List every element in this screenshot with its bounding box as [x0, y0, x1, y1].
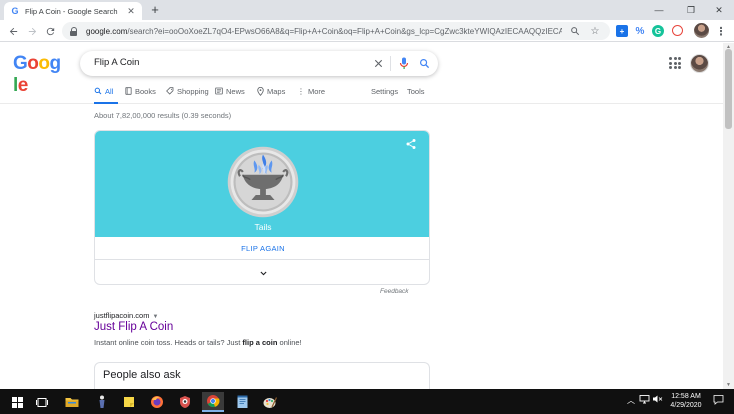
search-input[interactable]: Flip A Coin — [94, 57, 139, 68]
windows-start-icon[interactable] — [6, 392, 28, 412]
scrollbar-thumb[interactable] — [725, 49, 732, 129]
notifications-icon[interactable] — [713, 394, 724, 407]
book-icon — [125, 87, 132, 97]
google-favicon-icon: G — [11, 6, 19, 16]
sticky-notes-icon[interactable] — [118, 392, 140, 412]
forward-button[interactable] — [24, 23, 40, 39]
share-icon[interactable] — [405, 138, 417, 150]
maximize-window-icon[interactable]: ❐ — [676, 0, 706, 20]
tab-maps[interactable]: Maps — [257, 86, 285, 104]
url-text: google.com/search?ei=ooOoXoeZL7qO4-EPwsO… — [86, 26, 562, 36]
new-tab-button[interactable]: + — [148, 3, 162, 17]
search-icon — [94, 87, 102, 97]
coin-result-label: Tails — [254, 222, 272, 232]
browser-toolbar: google.com/search?ei=ooOoXoeZL7qO4-EPwsO… — [0, 20, 734, 42]
clock-time: 12:58 AM — [671, 393, 701, 400]
close-window-icon[interactable]: ✕ — [704, 0, 734, 20]
back-button[interactable] — [5, 23, 21, 39]
coin-flip-card: Tails FLIP AGAIN — [94, 130, 430, 285]
tab-title: Flip A Coin - Google Search — [25, 6, 118, 16]
tab-news[interactable]: News — [215, 87, 245, 104]
profile-avatar-icon[interactable] — [694, 23, 709, 38]
back-arrow-icon — [9, 27, 17, 35]
volume-muted-icon[interactable] — [652, 394, 663, 406]
firefox-icon[interactable] — [146, 392, 168, 412]
coin-display-area: Tails — [95, 131, 429, 237]
search-box[interactable]: Flip A Coin — [80, 51, 438, 76]
address-bar[interactable]: google.com/search?ei=ooOoXoeZL7qO4-EPwsO… — [62, 22, 610, 40]
paint-icon[interactable] — [259, 392, 281, 412]
lock-icon — [70, 26, 78, 36]
notepad-icon[interactable] — [231, 392, 253, 412]
people-also-ask-title: People also ask — [103, 369, 181, 381]
minimize-window-icon[interactable]: — — [644, 0, 674, 20]
tab-shopping[interactable]: Shopping — [166, 87, 209, 104]
tag-icon — [166, 87, 174, 97]
expand-card-button[interactable] — [95, 261, 429, 284]
task-view-icon[interactable] — [31, 392, 53, 412]
extension-plus-icon[interactable]: + — [616, 25, 628, 37]
result-cite[interactable]: justflipacoin.com ▼ — [94, 311, 158, 320]
voice-search-icon[interactable] — [396, 55, 412, 71]
tab-more[interactable]: ⋮ More — [297, 87, 325, 104]
scroll-down-arrow-icon[interactable]: ▼ — [725, 382, 732, 388]
tab-tools[interactable]: Tools — [407, 87, 425, 104]
reload-icon — [46, 27, 54, 35]
tab-books[interactable]: Books — [125, 87, 156, 104]
chrome-taskbar-icon[interactable] — [202, 392, 224, 412]
google-apps-icon[interactable] — [669, 57, 681, 69]
result-title-link[interactable]: Just Flip A Coin — [94, 321, 173, 333]
result-stats: About 7,82,00,000 results (0.39 seconds) — [94, 111, 232, 120]
browser-tab-bar: G Flip A Coin - Google Search ✕ + — ❐ ✕ — [0, 0, 734, 20]
tray-chevron-up-icon[interactable]: ︿ — [627, 395, 635, 406]
chevron-down-icon — [259, 271, 267, 275]
network-icon[interactable] — [639, 394, 650, 406]
clear-search-icon[interactable] — [370, 55, 386, 71]
search-nav-tabs: All Books Shopping News Maps ⋮ More Setti… — [0, 82, 734, 104]
app-figure-icon[interactable] — [91, 392, 113, 412]
browser-tab[interactable]: G Flip A Coin - Google Search ✕ — [4, 2, 142, 20]
account-avatar[interactable] — [690, 54, 709, 73]
cite-dropdown-icon[interactable]: ▼ — [152, 314, 158, 320]
flip-again-button[interactable]: FLIP AGAIN — [241, 244, 285, 253]
google-logo[interactable]: Google — [13, 53, 63, 96]
browser-menu-icon[interactable]: ⋮ — [715, 25, 727, 38]
reload-button[interactable] — [42, 23, 58, 39]
result-snippet: Instant online coin toss. Heads or tails… — [94, 338, 302, 347]
bookmark-star-icon[interactable]: ☆ — [588, 24, 602, 38]
tab-settings[interactable]: Settings — [371, 87, 398, 104]
flip-again-row: FLIP AGAIN — [95, 237, 429, 260]
app-badge-icon[interactable] — [174, 392, 196, 412]
search-divider — [390, 56, 391, 71]
forward-arrow-icon — [28, 27, 36, 35]
map-pin-icon — [257, 86, 264, 98]
tab-all[interactable]: All — [94, 87, 118, 104]
search-submit-icon[interactable] — [416, 55, 432, 71]
news-icon — [215, 87, 223, 97]
grammarly-icon[interactable]: G — [652, 25, 664, 37]
feedback-link[interactable]: Feedback — [380, 288, 409, 295]
windows-taskbar: ︿ 12:58 AM 4/29/2020 — [0, 389, 734, 414]
record-extension-icon[interactable] — [672, 25, 683, 36]
close-tab-icon[interactable]: ✕ — [126, 6, 136, 17]
clock-date: 4/29/2020 — [670, 402, 702, 409]
extension-link-icon[interactable]: % — [634, 25, 646, 37]
file-explorer-icon[interactable] — [61, 392, 83, 412]
more-vertical-icon: ⋮ — [297, 87, 305, 96]
coin-tails-image[interactable] — [227, 146, 299, 218]
taskbar-clock[interactable]: 12:58 AM 4/29/2020 — [664, 392, 708, 410]
search-page-icon[interactable] — [568, 24, 582, 38]
